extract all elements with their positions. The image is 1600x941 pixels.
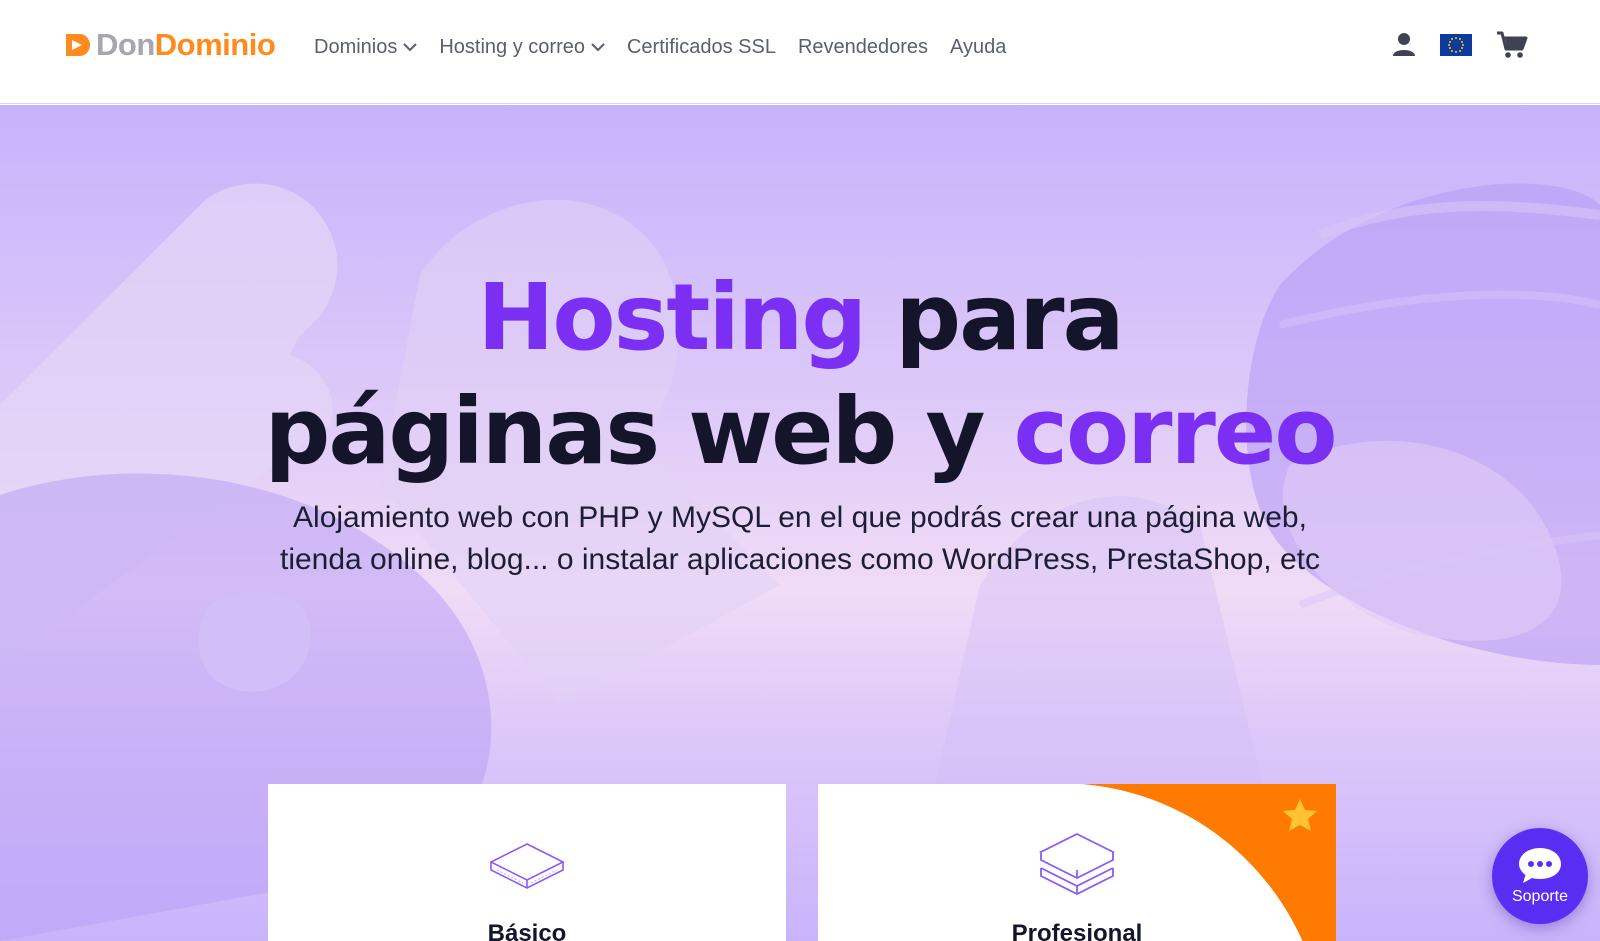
logo-mark-icon: [66, 34, 90, 56]
support-chat-button[interactable]: Soporte: [1492, 828, 1588, 924]
plan-title: Básico: [487, 920, 567, 941]
logo-text-dominio: Dominio: [154, 27, 276, 62]
nav-item-hosting-correo[interactable]: Hosting y correo: [439, 36, 605, 59]
hero-section: Hosting para páginas web y correo Alojam…: [0, 105, 1600, 941]
logo-text-don: Don: [96, 27, 155, 62]
chevron-down-icon: [403, 42, 418, 51]
header-actions: [1368, 30, 1528, 60]
main-nav: Dominios Hosting y correo Certificados S…: [314, 32, 1028, 62]
chat-bubble-icon: [1519, 848, 1561, 883]
plan-title: Profesional: [1011, 920, 1143, 941]
nav-item-ayuda[interactable]: Ayuda: [950, 36, 1006, 59]
nav-item-revendedores[interactable]: Revendedores: [798, 36, 928, 59]
star-icon: [1283, 799, 1317, 831]
nav-item-certificados-ssl[interactable]: Certificados SSL: [627, 36, 776, 59]
plan-card-basico[interactable]: Básico: [268, 784, 786, 941]
hero-title-line2: páginas web y correo: [264, 378, 1337, 485]
stacked-layers-icon: [1038, 832, 1116, 896]
nav-item-dominios[interactable]: Dominios: [314, 36, 418, 59]
user-icon[interactable]: [1392, 32, 1416, 58]
eu-flag-icon[interactable]: [1440, 34, 1472, 56]
plan-card-profesional[interactable]: Profesional: [818, 784, 1336, 941]
dondominio-logo[interactable]: DonDominio: [64, 27, 276, 62]
single-layer-icon: [489, 843, 565, 889]
hero-title-line1: Hosting para: [477, 264, 1124, 371]
site-header: DonDominio Dominios Hosting y correo Cer…: [0, 0, 1600, 104]
hero-subtitle: Alojamiento web con PHP y MySQL en el qu…: [279, 501, 1320, 576]
cart-icon[interactable]: [1496, 30, 1528, 60]
chevron-down-icon: [591, 42, 605, 51]
support-label: Soporte: [1511, 888, 1569, 905]
